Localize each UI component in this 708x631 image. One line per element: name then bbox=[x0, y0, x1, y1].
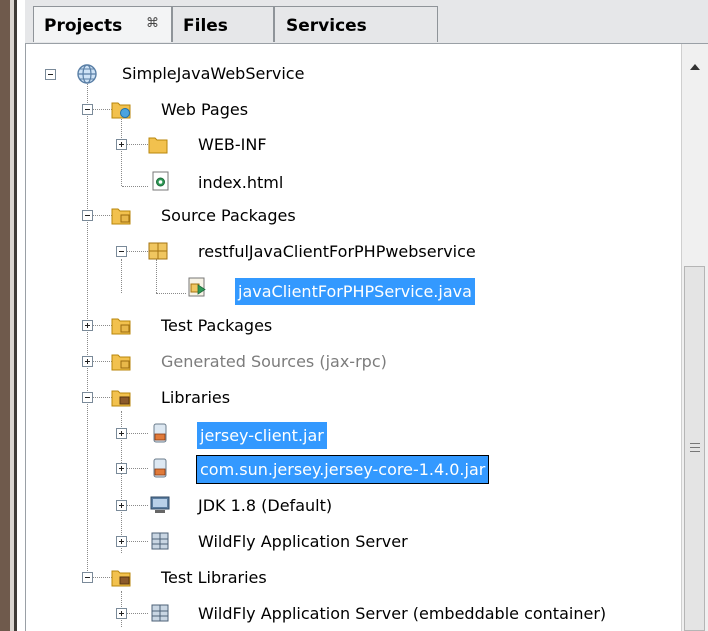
collapse-toggle-icon[interactable] bbox=[82, 392, 93, 403]
server-library-icon bbox=[151, 604, 169, 622]
window-edge-shadow bbox=[14, 0, 17, 631]
tree-item-test-libraries[interactable]: Test Libraries bbox=[161, 567, 267, 589]
tree-item-libraries[interactable]: Libraries bbox=[161, 387, 230, 409]
jdk-platform-icon bbox=[150, 496, 170, 513]
tree-guide-line bbox=[156, 259, 157, 293]
tab-close-icon[interactable]: ⌘ bbox=[146, 16, 159, 31]
tree-item-package[interactable]: restfulJavaClientForPHPwebservice bbox=[198, 241, 476, 263]
web-pages-folder-icon bbox=[111, 102, 131, 119]
window-edge bbox=[0, 0, 10, 631]
collapse-toggle-icon[interactable] bbox=[82, 104, 93, 115]
scrollbar-thumb[interactable] bbox=[684, 266, 705, 631]
folder-icon bbox=[148, 137, 168, 154]
web-project-globe-icon bbox=[77, 64, 97, 84]
tree-guide-line bbox=[121, 116, 122, 186]
vertical-scrollbar[interactable] bbox=[681, 44, 708, 631]
tree-item-web-inf[interactable]: WEB-INF bbox=[198, 134, 267, 156]
tree-item-wildfly[interactable]: WildFly Application Server bbox=[198, 531, 408, 553]
expand-toggle-icon[interactable] bbox=[116, 139, 127, 150]
expand-toggle-icon[interactable] bbox=[116, 463, 127, 474]
grip-line bbox=[690, 443, 700, 444]
tree-item-web-pages[interactable]: Web Pages bbox=[161, 99, 248, 121]
tab-files[interactable]: Files bbox=[172, 6, 274, 42]
tree-item-jersey-core[interactable]: com.sun.jersey.jersey-core-1.4.0.jar bbox=[195, 455, 490, 484]
tree-item-test-packages[interactable]: Test Packages bbox=[161, 315, 272, 337]
tab-files-label: Files bbox=[183, 16, 228, 36]
tab-services[interactable]: Services bbox=[274, 6, 438, 42]
tree-guide-line bbox=[121, 259, 122, 293]
jar-file-icon bbox=[153, 458, 167, 478]
server-library-icon bbox=[151, 532, 169, 550]
tree-item-source-packages[interactable]: Source Packages bbox=[161, 205, 296, 227]
tree-item-jersey-client[interactable]: jersey-client.jar bbox=[197, 422, 327, 449]
expand-toggle-icon[interactable] bbox=[82, 320, 93, 331]
tree-item-wildfly-embeddable[interactable]: WildFly Application Server (embeddable c… bbox=[198, 603, 606, 625]
tab-projects[interactable]: Projects ⌘ bbox=[33, 6, 172, 42]
expand-toggle-icon[interactable] bbox=[116, 428, 127, 439]
generated-sources-folder-icon bbox=[111, 354, 131, 371]
java-package-icon bbox=[148, 242, 168, 260]
tree-item-jdk[interactable]: JDK 1.8 (Default) bbox=[198, 495, 332, 517]
tree-item-generated-sources[interactable]: Generated Sources (jax-rpc) bbox=[161, 351, 387, 373]
expand-toggle-icon[interactable] bbox=[116, 500, 127, 511]
expand-toggle-icon[interactable] bbox=[116, 536, 127, 547]
tree-item-index-html[interactable]: index.html bbox=[198, 172, 283, 194]
collapse-toggle-icon[interactable] bbox=[45, 69, 56, 80]
scroll-up-arrow-icon[interactable] bbox=[690, 64, 700, 70]
expand-toggle-icon[interactable] bbox=[116, 608, 127, 619]
jar-file-icon bbox=[153, 423, 167, 443]
expand-toggle-icon[interactable] bbox=[82, 356, 93, 367]
java-runnable-file-icon bbox=[188, 277, 206, 297]
grip-line bbox=[690, 447, 700, 448]
project-tree[interactable]: SimpleJavaWebService Web Pages WEB-INF i… bbox=[25, 44, 682, 631]
collapse-toggle-icon[interactable] bbox=[116, 246, 127, 257]
html-file-icon bbox=[152, 171, 169, 191]
collapse-toggle-icon[interactable] bbox=[82, 210, 93, 221]
tab-projects-label: Projects bbox=[44, 16, 123, 36]
tab-services-label: Services bbox=[286, 16, 367, 36]
source-packages-folder-icon bbox=[111, 208, 131, 225]
collapse-toggle-icon[interactable] bbox=[82, 572, 93, 583]
tree-item-java-file[interactable]: javaClientForPHPService.java bbox=[235, 278, 475, 305]
test-libraries-folder-icon bbox=[111, 570, 131, 587]
tree-item-simplejavawebservice[interactable]: SimpleJavaWebService bbox=[122, 63, 304, 85]
test-packages-folder-icon bbox=[111, 318, 131, 335]
tab-bar: Projects ⌘ Files Services bbox=[25, 0, 708, 44]
libraries-folder-icon bbox=[111, 390, 131, 407]
grip-line bbox=[690, 451, 700, 452]
